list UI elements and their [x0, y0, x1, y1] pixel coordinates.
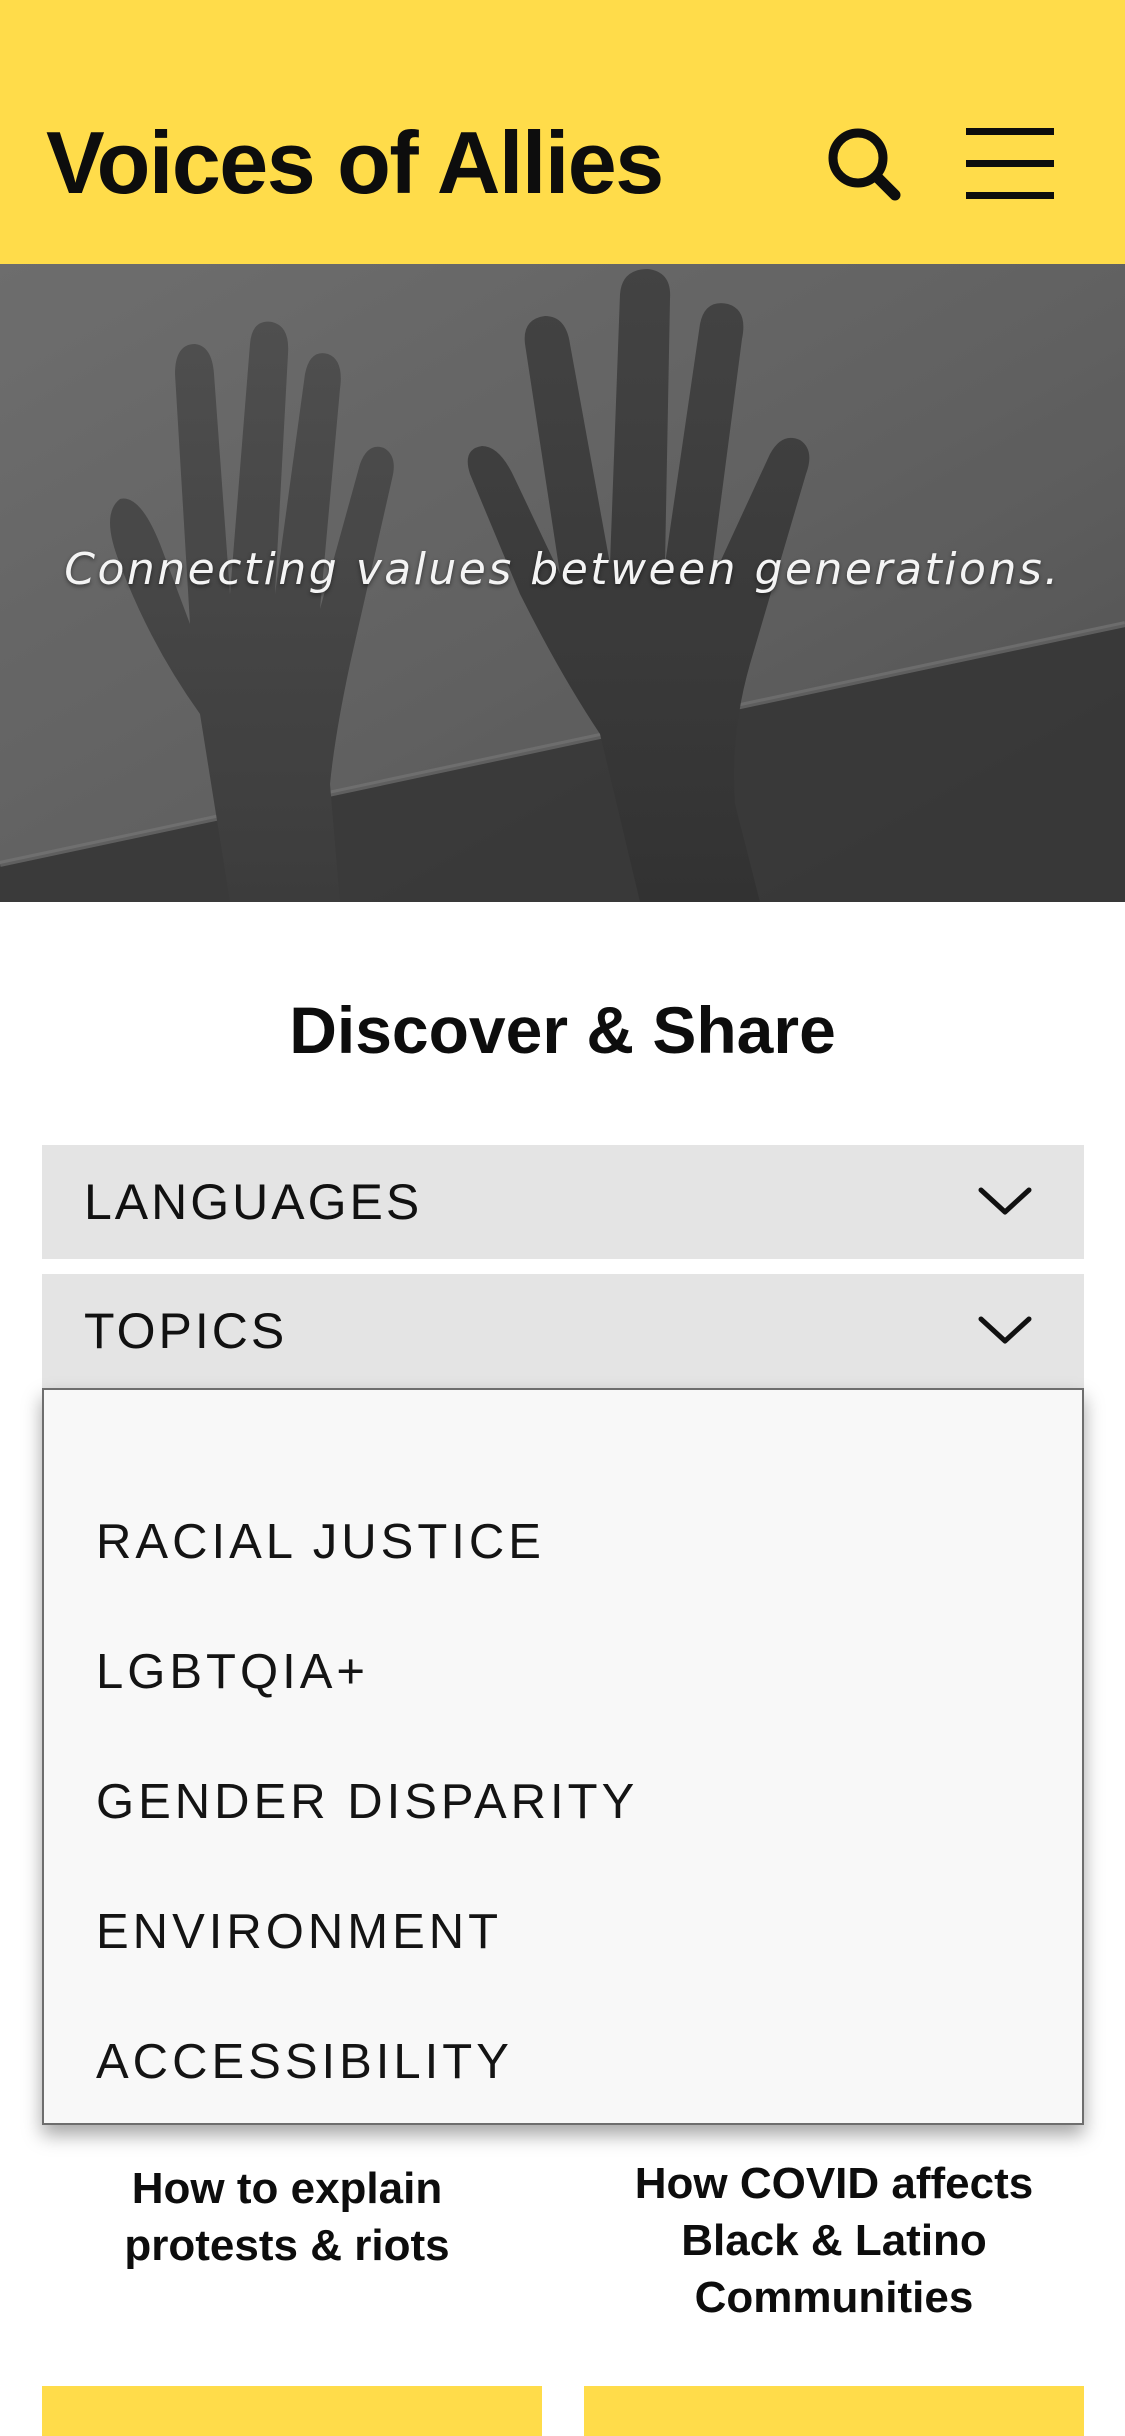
languages-filter[interactable]: LANGUAGES [42, 1145, 1084, 1259]
search-icon [828, 128, 901, 201]
site-header: Voices of Allies [0, 0, 1125, 264]
card-title-protests[interactable]: How to explain protests & riots [42, 2160, 532, 2274]
filter-label: LANGUAGES [84, 1174, 423, 1230]
card-title-line: protests & riots [124, 2221, 450, 2270]
chevron-down-icon [978, 1316, 1032, 1344]
card-title-covid[interactable]: How COVID affects Black & Latino Communi… [584, 2155, 1084, 2326]
hamburger-menu-icon [966, 128, 1054, 199]
card-title-line: How COVID affects [634, 2159, 1034, 2208]
topics-filter[interactable]: TOPICS [42, 1274, 1084, 1388]
topic-option-gender-disparity[interactable]: GENDER DISPARITY [96, 1752, 638, 1852]
hero-banner: Connecting values between generations. [0, 264, 1125, 902]
card-title-line: Communities [694, 2273, 974, 2322]
filter-label: TOPICS [84, 1303, 288, 1359]
site-title[interactable]: Voices of Allies [46, 108, 664, 218]
topic-option-environment[interactable]: ENVIRONMENT [96, 1882, 502, 1982]
search-button[interactable] [820, 120, 910, 210]
topic-option-lgbtqia[interactable]: LGBTQIA+ [96, 1622, 369, 1722]
chevron-down-icon [978, 1187, 1032, 1215]
menu-button[interactable] [962, 122, 1058, 206]
card-button-covid[interactable] [584, 2386, 1084, 2436]
card-button-protests[interactable] [42, 2386, 542, 2436]
topics-dropdown-menu: RACIAL JUSTICE LGBTQIA+ GENDER DISPARITY… [42, 1388, 1084, 2125]
section-title: Discover & Share [289, 993, 836, 1067]
hero-tagline: Connecting values between generations. [64, 544, 1061, 595]
topic-option-accessibility[interactable]: ACCESSIBILITY [96, 2012, 513, 2112]
card-title-line: How to explain [131, 2164, 443, 2213]
card-title-line: Black & Latino [681, 2216, 987, 2265]
topic-option-racial-justice[interactable]: RACIAL JUSTICE [96, 1492, 545, 1592]
